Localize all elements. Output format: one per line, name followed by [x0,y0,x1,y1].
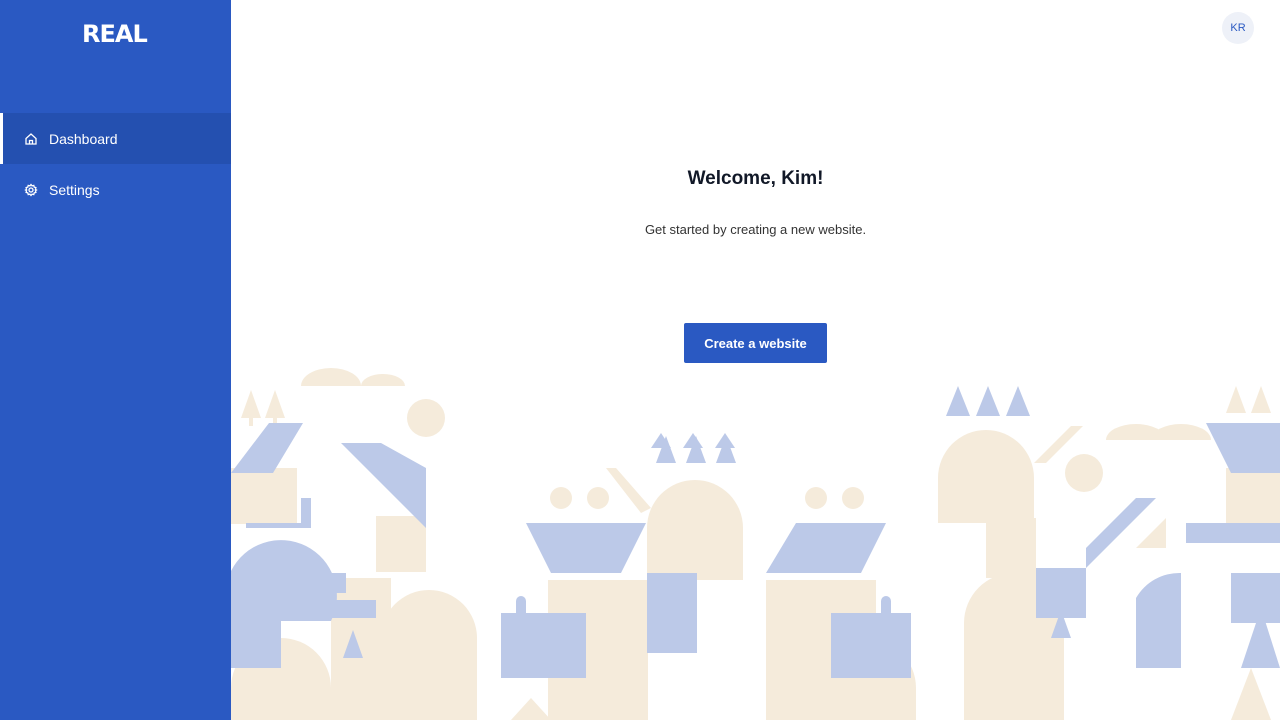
town-illustration [231,368,1280,720]
main-content: Welcome, Kim! Get started by creating a … [231,0,1280,720]
real-logo[interactable]: REAL [82,20,150,48]
sidebar: REAL Dashboard Settings [0,0,231,720]
sidebar-nav: Dashboard Settings [0,113,231,215]
page-title: Welcome, Kim! [687,168,824,189]
sidebar-item-settings[interactable]: Settings [0,164,231,215]
sidebar-item-label: Dashboard [49,130,118,147]
create-website-button[interactable]: Create a website [684,323,827,363]
sidebar-item-label: Settings [49,181,100,198]
logo-text: REAL [82,20,148,48]
gear-icon [24,182,38,197]
page-subtitle: Get started by creating a new website. [644,222,867,237]
home-icon [24,132,38,146]
sidebar-item-dashboard[interactable]: Dashboard [0,113,231,164]
